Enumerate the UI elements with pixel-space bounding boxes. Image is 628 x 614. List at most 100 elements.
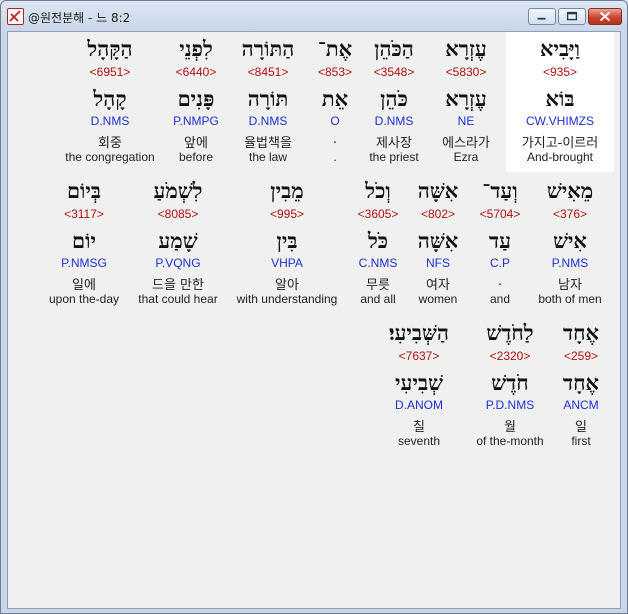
hebrew-lemma: פָּנִים [177,86,215,111]
close-icon [599,11,611,22]
korean-gloss: 가지고-이르러 [521,136,599,151]
hebrew-word: אִשָּׁה [417,178,459,203]
english-gloss: the law [248,150,288,164]
english-gloss: and [489,292,511,306]
korean-gloss: 일 [575,420,587,435]
korean-gloss: 여자 [426,278,450,293]
hebrew-word: לַחֹדֶשׁ [486,320,534,345]
hebrew-lemma: אֵת [321,86,349,111]
korean-gloss: 일에 [72,278,96,293]
word-cell[interactable]: לַחֹדֶשׁ <2320> חֹדֶשׁ P.D.NMS 월 of the-… [468,316,552,456]
word-cell[interactable]: וְעַד־ <5704> עַד C.P . and [472,174,528,314]
hebrew-lemma: יוֹם [72,228,96,253]
hebrew-word: אֶת־ [317,36,353,61]
strong-number: <3605> [357,207,399,221]
hebrew-word: עֶזְרָא [445,36,487,61]
word-cell[interactable]: מֵאִישׁ <376> אִישׁ P.NMS 남자 both of men [532,174,608,314]
english-gloss: women [418,292,458,306]
hebrew-word: וְעַד־ [482,178,518,203]
word-cell[interactable]: אֶת־ <853> אֵת O . . [307,32,363,172]
word-cell[interactable]: הַתּוֹרָה <8451> תּוֹרָה D.NMS 율법책을 the … [230,32,306,172]
english-gloss: with understanding [236,292,338,306]
hebrew-lemma: שָׁמַע [158,228,198,253]
hebrew-word: אֶחָד [562,320,599,345]
hebrew-lemma: בִּין [276,228,298,253]
english-gloss: the priest [369,150,419,164]
window-title: @원전분해 - 느 8:2 [28,11,131,25]
strong-number: <8451> [247,65,289,79]
word-cell[interactable]: לִפְנֵי <6440> פָּנִים P.NMPG 앞에 before [164,32,228,172]
word-cell[interactable]: הַכֹּהֵן <3548> כֹּהֵן D.NMS 제사장 the pri… [360,32,428,172]
strong-number: <6440> [175,65,217,79]
word-cell[interactable]: אֶחָד <259> אֶחָד ANCM 일 first [548,316,614,456]
hebrew-word: מֵאִישׁ [546,178,594,203]
morphology-code: P.NMPG [173,114,219,128]
strong-number: <935> [542,65,578,79]
english-gloss: that could hear [138,292,218,306]
korean-gloss: 알아 [275,278,299,293]
korean-gloss: 에스라가 [442,136,490,151]
morphology-code: O [330,114,340,128]
word-cell[interactable]: מֵבִין <995> בִּין VHPA 알아 with understa… [230,174,344,314]
hebrew-word: לִפְנֵי [179,36,213,61]
morphology-code: D.NMS [374,114,414,128]
english-gloss: the congregation [65,150,155,164]
english-gloss: both of men [538,292,602,306]
hebrew-lemma: אֶחָד [562,370,599,395]
strong-number: <8085> [157,207,199,221]
morphology-code: ANCM [563,398,599,412]
morphology-code: D.ANOM [395,398,443,412]
korean-gloss: 회중 [98,136,122,151]
word-cell[interactable]: וַיָּבִיא <935> בּוֹא CW.VHIMZS 가지고-이르러 … [506,32,614,172]
hebrew-lemma: עַד [489,228,511,253]
english-gloss: Ezra [453,150,479,164]
english-gloss: . [333,150,337,164]
korean-gloss: 드을 만한 [152,278,204,293]
korean-gloss: 남자 [558,278,582,293]
hebrew-lemma: תּוֹרָה [247,86,289,111]
hebrew-word: הַשְּׁבִיעִי׃ [389,320,449,345]
word-cell[interactable]: וְכֹל <3605> כֹּל C.NMS 무릇 and all [348,174,408,314]
strong-number: <3548> [373,65,415,79]
hebrew-word: הַכֹּהֵן [374,36,414,61]
word-cell[interactable]: עֶזְרָא <5830> עֶזְרָא NE 에스라가 Ezra [432,32,500,172]
english-gloss: of the-month [476,434,544,448]
strong-number: <2320> [489,349,531,363]
hebrew-lemma: אִשָּׁה [417,228,459,253]
english-gloss: seventh [397,434,441,448]
korean-gloss: 월 [504,420,516,435]
strong-number: <7637> [398,349,440,363]
strong-number: <3117> [64,207,104,221]
english-gloss: upon the-day [48,292,120,306]
hebrew-word: בְּיוֹם [66,178,102,203]
korean-gloss: . [497,274,503,289]
minimize-button[interactable] [528,8,556,25]
word-cell[interactable]: לִשְׁמֹעַ <8085> שָׁמַע P.VQNG 드을 만한 tha… [132,174,224,314]
hebrew-lemma: כֹּהֵן [380,86,408,111]
hebrew-lemma: אִישׁ [553,228,587,253]
morphology-code: CW.VHIMZS [526,114,594,128]
hebrew-word: וַיָּבִיא [540,36,580,61]
morphology-code: P.NMS [551,256,589,270]
korean-gloss: 무릇 [366,278,390,293]
close-button[interactable] [588,8,622,25]
app-icon[interactable] [7,8,24,25]
korean-gloss: 앞에 [184,136,208,151]
maximize-icon [566,11,578,21]
word-cell[interactable]: הַשְּׁבִיעִי׃ <7637> שְׁבִיעִי D.ANOM 칠 … [374,316,464,456]
korean-gloss: 칠 [413,420,425,435]
app-window: @원전분해 - 느 8:2 וַיָּבִיא <935> בּוֹא CW.V… [0,0,628,614]
morphology-code: C.P [489,256,510,270]
strong-number: <5704> [479,207,521,221]
hebrew-word: לִשְׁמֹעַ [153,178,203,203]
morphology-code: D.NMS [248,114,288,128]
word-cell[interactable]: הַקָּהָל <6951> קָהָל D.NMS 회중 the congr… [58,32,162,172]
morphology-code: P.VQNG [155,256,201,270]
title-bar[interactable]: @원전분해 - 느 8:2 [1,1,627,31]
word-cell[interactable]: אִשָּׁה <802> אִשָּׁה NFS 여자 women [410,174,466,314]
hebrew-lemma: בּוֹא [545,86,575,111]
hebrew-lemma: קָהָל [93,86,127,111]
word-cell[interactable]: בְּיוֹם <3117> יוֹם P.NMSG 일에 upon the-d… [42,174,126,314]
maximize-button[interactable] [558,8,586,25]
korean-gloss: 율법책을 [244,136,292,151]
